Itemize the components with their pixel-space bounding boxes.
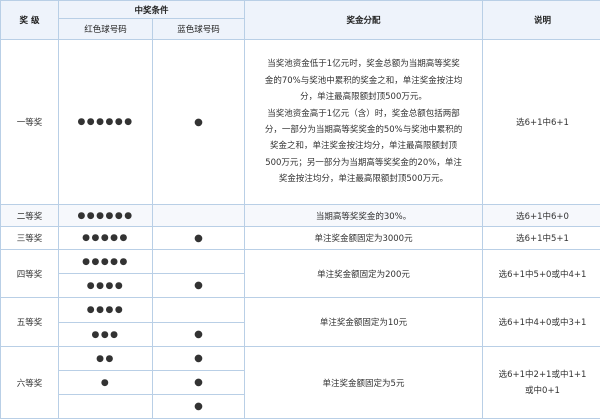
- table-row-third: 三等奖 ●●●●● ● 单注奖金额固定为3000元 选6+1中5+1: [0, 226, 600, 250]
- distribution-cell: 单注奖金额固定为5元: [244, 346, 484, 419]
- distribution-cell: 单注奖金额固定为3000元: [244, 226, 484, 250]
- blue-ball: ●: [151, 346, 246, 371]
- header-condition: 中奖条件: [57, 0, 246, 19]
- level-cell: 一等奖: [0, 39, 59, 205]
- table-row-second: 二等奖 ●●●●●● 当期高等奖奖金的30%。 选6+1中6+0: [0, 204, 600, 227]
- table-row-fifth: 五等奖 ●●●● 单注奖金额固定为10元 选6+1中4+0或中3+1: [0, 297, 600, 347]
- desc-line: 分，单注最高限额封顶500万元。: [300, 92, 427, 103]
- red-balls: ●●●●●●: [58, 204, 153, 227]
- blue-ball: ●: [151, 273, 246, 298]
- header-distribution: 奖金分配: [244, 0, 484, 40]
- blue-ball: [151, 249, 246, 274]
- red-balls: ●: [58, 370, 153, 395]
- desc-line: 奖金按注均分，单注最高限额封顶500万元。: [278, 174, 449, 185]
- note-cell: 选6+1中6+0: [482, 204, 600, 227]
- note-text: 选6+1中2+1或中1+1或中0+1: [498, 369, 587, 396]
- level-cell: 二等奖: [0, 204, 59, 227]
- blue-ball: [151, 297, 246, 323]
- prize-table: 奖 级 中奖条件 奖金分配 说明 红色球号码 蓝色球号码 一等奖 ●●●●●● …: [0, 0, 600, 419]
- red-balls: [58, 394, 153, 419]
- header-level: 奖 级: [0, 0, 59, 40]
- red-balls: ●●●●●●: [58, 39, 153, 205]
- blue-ball: [151, 204, 246, 227]
- header-blue: 蓝色球号码: [151, 18, 246, 40]
- red-balls: ●●●●●: [58, 249, 153, 274]
- note-cell: 选6+1中4+0或中3+1: [482, 297, 600, 347]
- blue-ball: ●: [151, 394, 246, 419]
- distribution-cell: 当奖池资金低于1亿元时，奖金总额为当期高等奖奖 金的70%与奖池中累积的奖金之和…: [244, 39, 484, 205]
- header-note: 说明: [482, 0, 600, 40]
- note-cell: 选6+1中5+0或中4+1: [482, 249, 600, 298]
- red-balls: ●●: [58, 346, 153, 371]
- table-row-sixth: 六等奖 ●● ● 单注奖金额固定为5元 选6+1中2+1或中1+1或中0+1: [0, 346, 600, 419]
- blue-ball: ●: [151, 39, 246, 205]
- desc-line: 金的70%与奖池中累积的奖金之和，单注奖金按注均: [264, 75, 463, 86]
- desc-line: 当奖池资金低于1亿元时，奖金总额为当期高等奖奖: [267, 59, 460, 70]
- distribution-cell: 当期高等奖奖金的30%。: [244, 204, 484, 227]
- red-balls: ●●●●: [58, 297, 153, 323]
- red-balls: ●●●●●: [58, 226, 153, 250]
- level-cell: 六等奖: [0, 346, 59, 419]
- header-red: 红色球号码: [58, 18, 153, 40]
- red-balls: ●●●: [58, 322, 153, 347]
- level-cell: 三等奖: [0, 226, 59, 250]
- blue-ball: ●: [151, 322, 246, 347]
- distribution-cell: 单注奖金额固定为10元: [244, 297, 484, 347]
- level-cell: 四等奖: [0, 249, 59, 298]
- table-row-fourth: 四等奖 ●●●●● 单注奖金额固定为200元 选6+1中5+0或中4+1: [0, 249, 600, 298]
- red-balls: ●●●●: [58, 273, 153, 298]
- note-cell: 选6+1中2+1或中1+1或中0+1: [482, 346, 600, 419]
- note-cell: 选6+1中6+1: [482, 39, 600, 205]
- desc-line: 分，一部分为当期高等奖奖金的50%与奖池中累积的: [264, 125, 463, 135]
- distribution-cell: 单注奖金额固定为200元: [244, 249, 484, 298]
- note-cell: 选6+1中5+1: [482, 226, 600, 250]
- blue-ball: ●: [151, 370, 246, 395]
- level-cell: 五等奖: [0, 297, 59, 347]
- desc-line: 当奖池资金高于1亿元（含）时，奖金总额包括两部: [267, 108, 460, 119]
- desc-line: 奖金之和，单注奖金按注均分，单注最高限额封顶: [270, 141, 458, 152]
- blue-ball: ●: [151, 226, 246, 250]
- table-row-first: 一等奖 ●●●●●● ● 当奖池资金低于1亿元时，奖金总额为当期高等奖奖 金的7…: [0, 39, 600, 205]
- desc-line: 500万元；另一部分为当期高等奖奖金的20%，单注: [265, 157, 462, 168]
